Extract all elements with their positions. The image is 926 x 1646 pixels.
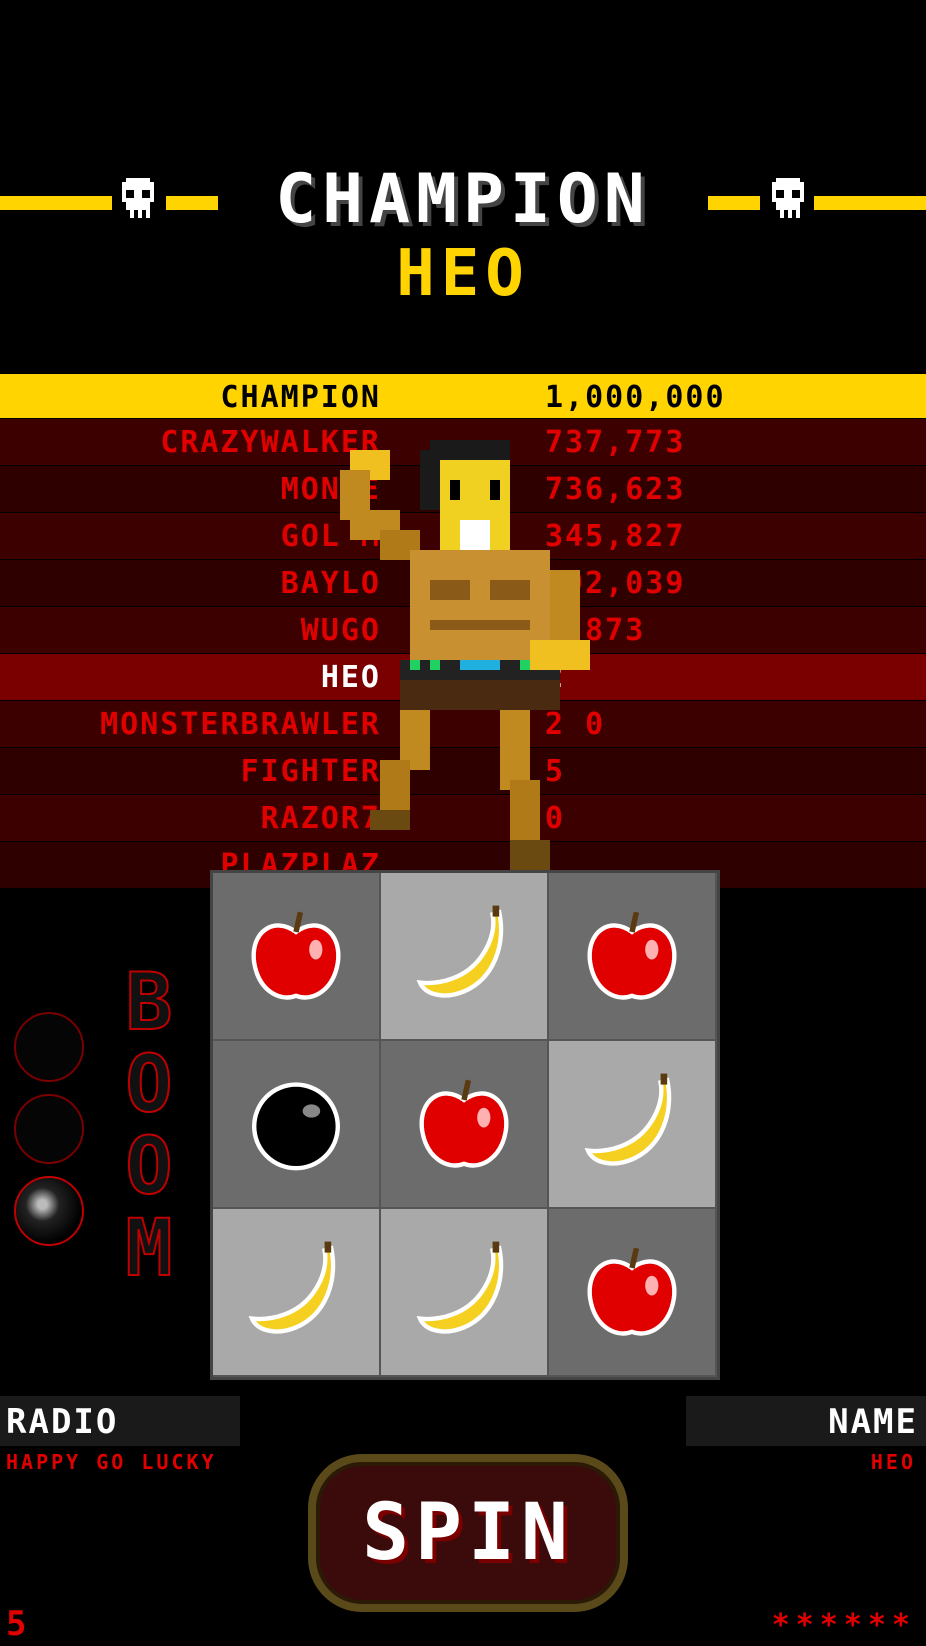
- leaderboard-name: CHAMPION: [220, 380, 381, 415]
- reel-cell: [381, 873, 547, 1039]
- spin-label: SPIN: [362, 1488, 574, 1578]
- header-rule-right-inner: [708, 196, 760, 210]
- banana-icon: [577, 1067, 687, 1181]
- apple-icon: [577, 1235, 687, 1349]
- player-name: HEO: [870, 1450, 916, 1474]
- fighter-sprite: [340, 440, 590, 870]
- password-mask: ******: [771, 1608, 916, 1643]
- apple-icon: [577, 899, 687, 1013]
- name-box[interactable]: NAME: [686, 1396, 926, 1446]
- champion-name: HEO: [396, 237, 530, 311]
- bomb-slot-1: [14, 1012, 84, 1082]
- bomb-slot-3: [14, 1176, 84, 1246]
- apple-icon: [409, 1067, 519, 1181]
- bomb-icon: [241, 1067, 351, 1181]
- radio-station: HAPPY GO LUCKY: [6, 1450, 217, 1474]
- reel-cell: [549, 873, 715, 1039]
- credits-count: 5: [6, 1604, 29, 1644]
- skull-icon: [772, 178, 804, 218]
- header-rule-left: [0, 196, 112, 210]
- reel-cell: [549, 1209, 715, 1375]
- reel-cell: [213, 873, 379, 1039]
- slot-reels[interactable]: [210, 870, 720, 1380]
- banana-icon: [241, 1235, 351, 1349]
- reel-cell: [213, 1041, 379, 1207]
- boom-meter: B O O M: [110, 958, 190, 1294]
- skull-icon: [122, 178, 154, 218]
- radio-box[interactable]: RADIO: [0, 1396, 240, 1446]
- champion-header: CHAMPION HEO: [0, 160, 926, 310]
- boom-letter: O: [125, 1040, 175, 1130]
- header-rule-right: [814, 196, 926, 210]
- header-rule-left-inner: [166, 196, 218, 210]
- reel-cell: [549, 1041, 715, 1207]
- banana-icon: [409, 899, 519, 1013]
- reel-cell: [381, 1041, 547, 1207]
- name-label: NAME: [828, 1402, 918, 1442]
- leaderboard-row: CHAMPION 1,000,000: [0, 374, 926, 419]
- reel-cell: [213, 1209, 379, 1375]
- radio-label: RADIO: [6, 1402, 119, 1442]
- boom-letter: M: [125, 1204, 175, 1294]
- boom-letter: O: [125, 1122, 175, 1212]
- leaderboard-score: 1,000,000: [545, 380, 726, 415]
- bomb-slot-2: [14, 1094, 84, 1164]
- boom-letter: B: [125, 958, 175, 1048]
- banana-icon: [409, 1235, 519, 1349]
- spin-button[interactable]: SPIN: [308, 1454, 628, 1612]
- apple-icon: [241, 899, 351, 1013]
- page-title: CHAMPION: [275, 160, 651, 239]
- reel-cell: [381, 1209, 547, 1375]
